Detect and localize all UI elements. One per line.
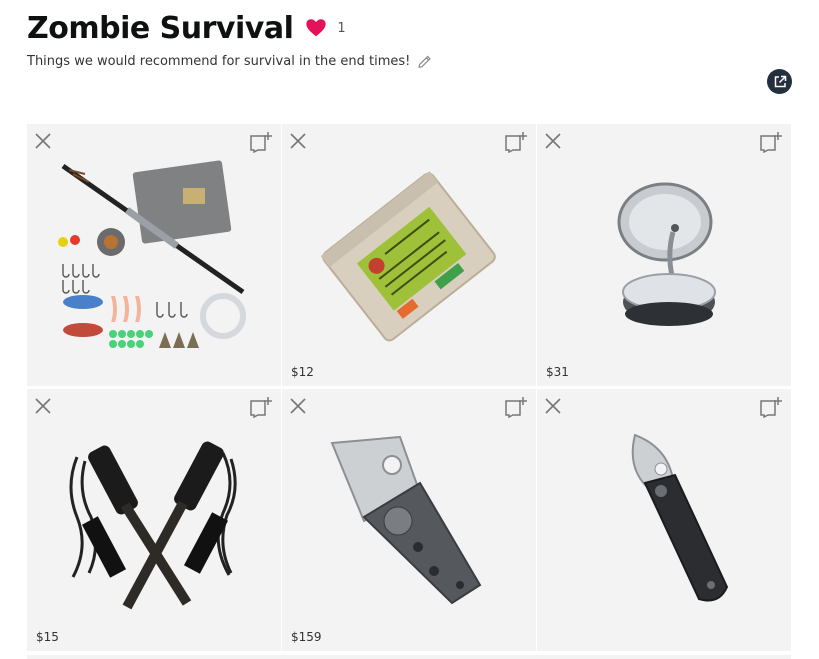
- add-to-list-icon[interactable]: [759, 131, 783, 153]
- page-title: Zombie Survival: [27, 10, 294, 46]
- close-icon[interactable]: [289, 132, 307, 150]
- heart-icon[interactable]: [305, 17, 327, 39]
- share-button[interactable]: [767, 69, 792, 94]
- next-row-edge: [27, 655, 791, 659]
- list-item[interactable]: $15: [27, 389, 281, 651]
- item-price: $12: [291, 365, 314, 379]
- list-description: Things we would recommend for survival i…: [27, 53, 411, 69]
- close-icon[interactable]: [544, 132, 562, 150]
- items-grid: $12 $31 $15 $159: [27, 124, 791, 651]
- list-item[interactable]: $12: [282, 124, 536, 386]
- add-to-list-icon[interactable]: [249, 396, 273, 418]
- like-count: 1: [337, 20, 346, 36]
- pocket-knife-image[interactable]: [557, 417, 771, 627]
- share-icon: [774, 75, 786, 87]
- cleaver-knife-image[interactable]: [302, 417, 516, 627]
- item-price: $31: [546, 365, 569, 379]
- list-item[interactable]: [27, 124, 281, 386]
- close-icon[interactable]: [34, 397, 52, 415]
- item-price: $159: [291, 630, 322, 644]
- fishing-rod-kit-image[interactable]: [47, 152, 261, 362]
- list-item[interactable]: $159: [282, 389, 536, 651]
- list-item[interactable]: $31: [537, 124, 791, 386]
- add-to-list-icon[interactable]: [249, 131, 273, 153]
- fire-starter-image[interactable]: [47, 417, 261, 627]
- add-to-list-icon[interactable]: [759, 396, 783, 418]
- add-to-list-icon[interactable]: [504, 396, 528, 418]
- survival-fishing-kit-image[interactable]: [302, 152, 516, 362]
- description-row: Things we would recommend for survival i…: [27, 52, 787, 70]
- title-row: Zombie Survival 1: [27, 8, 787, 48]
- list-header: Zombie Survival 1 Things we would recomm…: [27, 8, 787, 78]
- item-price: $15: [36, 630, 59, 644]
- list-item[interactable]: [537, 389, 791, 651]
- close-icon[interactable]: [34, 132, 52, 150]
- close-icon[interactable]: [289, 397, 307, 415]
- pencil-icon[interactable]: [416, 52, 434, 70]
- close-icon[interactable]: [544, 397, 562, 415]
- solar-still-tin-image[interactable]: [557, 152, 771, 362]
- add-to-list-icon[interactable]: [504, 131, 528, 153]
